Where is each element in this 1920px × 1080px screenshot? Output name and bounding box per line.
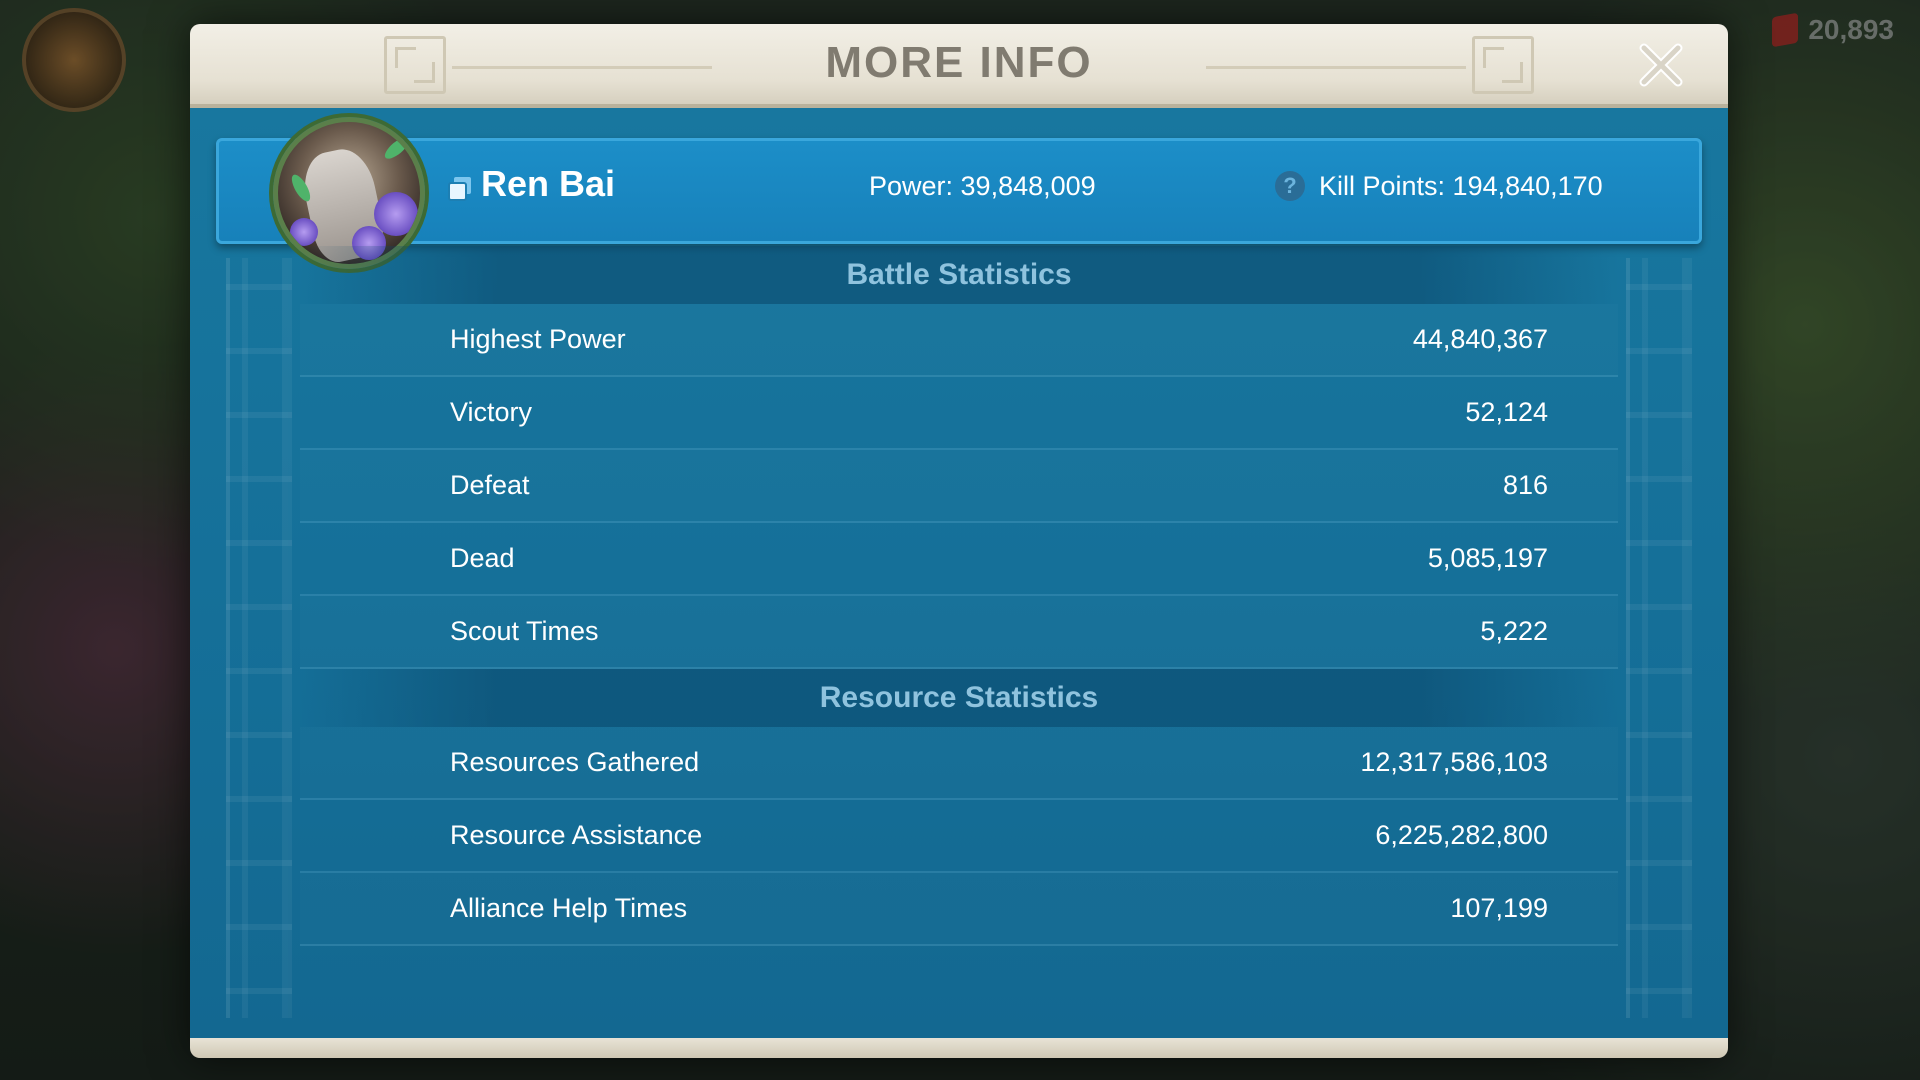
- resource-stats-list: Resources Gathered 12,317,586,103 Resour…: [300, 727, 1618, 946]
- stat-value: 5,222: [1480, 616, 1548, 646]
- close-button[interactable]: [1632, 36, 1690, 94]
- stat-label: Dead: [450, 543, 515, 573]
- city-emblem: [22, 8, 126, 112]
- stat-value: 44,840,367: [1412, 324, 1548, 354]
- player-name: Ren Bai: [481, 163, 616, 204]
- alliance-icon: [448, 177, 471, 201]
- player-power: Power: 39,848,009: [869, 171, 1096, 201]
- header-ornament-right: [1472, 36, 1534, 94]
- avatar-flower: [374, 192, 418, 236]
- header-divider-right: [1206, 66, 1466, 69]
- resource-statistics-header: Resource Statistics: [300, 669, 1618, 727]
- stat-value: 107,199: [1450, 893, 1548, 923]
- player-kill-points: Kill Points: 194,840,170: [1319, 171, 1603, 201]
- modal-header: MORE INFO: [190, 24, 1728, 108]
- stat-row-resources-gathered: Resources Gathered 12,317,586,103: [300, 727, 1618, 800]
- stat-row-defeat: Defeat 816: [300, 450, 1618, 523]
- stat-label: Highest Power: [450, 324, 626, 354]
- stat-label: Victory: [450, 397, 533, 427]
- help-icon[interactable]: ?: [1275, 171, 1305, 201]
- meander-border-right: [1626, 258, 1692, 1018]
- player-banner: Ren Bai Power: 39,848,009 ? Kill Points:…: [216, 117, 1702, 269]
- stat-value: 12,317,586,103: [1360, 747, 1548, 777]
- avatar-leaf: [381, 133, 413, 163]
- stat-row-victory: Victory 52,124: [300, 377, 1618, 450]
- stat-row-dead: Dead 5,085,197: [300, 523, 1618, 596]
- battle-stats-list: Highest Power 44,840,367 Victory 52,124 …: [300, 304, 1618, 669]
- gem-icon: [1772, 12, 1799, 48]
- battle-statistics-header: Battle Statistics: [300, 246, 1618, 304]
- stat-label: Defeat: [450, 470, 530, 500]
- stat-row-highest-power: Highest Power 44,840,367: [300, 304, 1618, 377]
- gem-counter: 20,893: [1772, 12, 1894, 48]
- stat-label: Alliance Help Times: [450, 893, 688, 923]
- stat-row-alliance-help-times: Alliance Help Times 107,199: [300, 873, 1618, 946]
- stat-label: Resources Gathered: [450, 747, 700, 777]
- avatar-flower: [290, 218, 318, 246]
- stat-label: Resource Assistance: [450, 820, 703, 850]
- meander-border-left: [226, 258, 292, 1018]
- stat-value: 5,085,197: [1427, 543, 1548, 573]
- modal-footer: [190, 1038, 1728, 1058]
- stats-area: Battle Statistics Highest Power 44,840,3…: [300, 246, 1618, 946]
- stat-value: 6,225,282,800: [1375, 820, 1548, 850]
- stat-label: Scout Times: [450, 616, 599, 646]
- close-icon: [1639, 43, 1683, 87]
- stat-value: 816: [1502, 470, 1548, 500]
- stat-value: 52,124: [1465, 397, 1548, 427]
- gem-count: 20,893: [1808, 14, 1894, 45]
- stat-row-scout-times: Scout Times 5,222: [300, 596, 1618, 669]
- more-info-modal: MORE INFO Ren Bai Power: 39,848,009 ? Ki…: [190, 24, 1728, 1058]
- stat-row-resource-assistance: Resource Assistance 6,225,282,800: [300, 800, 1618, 873]
